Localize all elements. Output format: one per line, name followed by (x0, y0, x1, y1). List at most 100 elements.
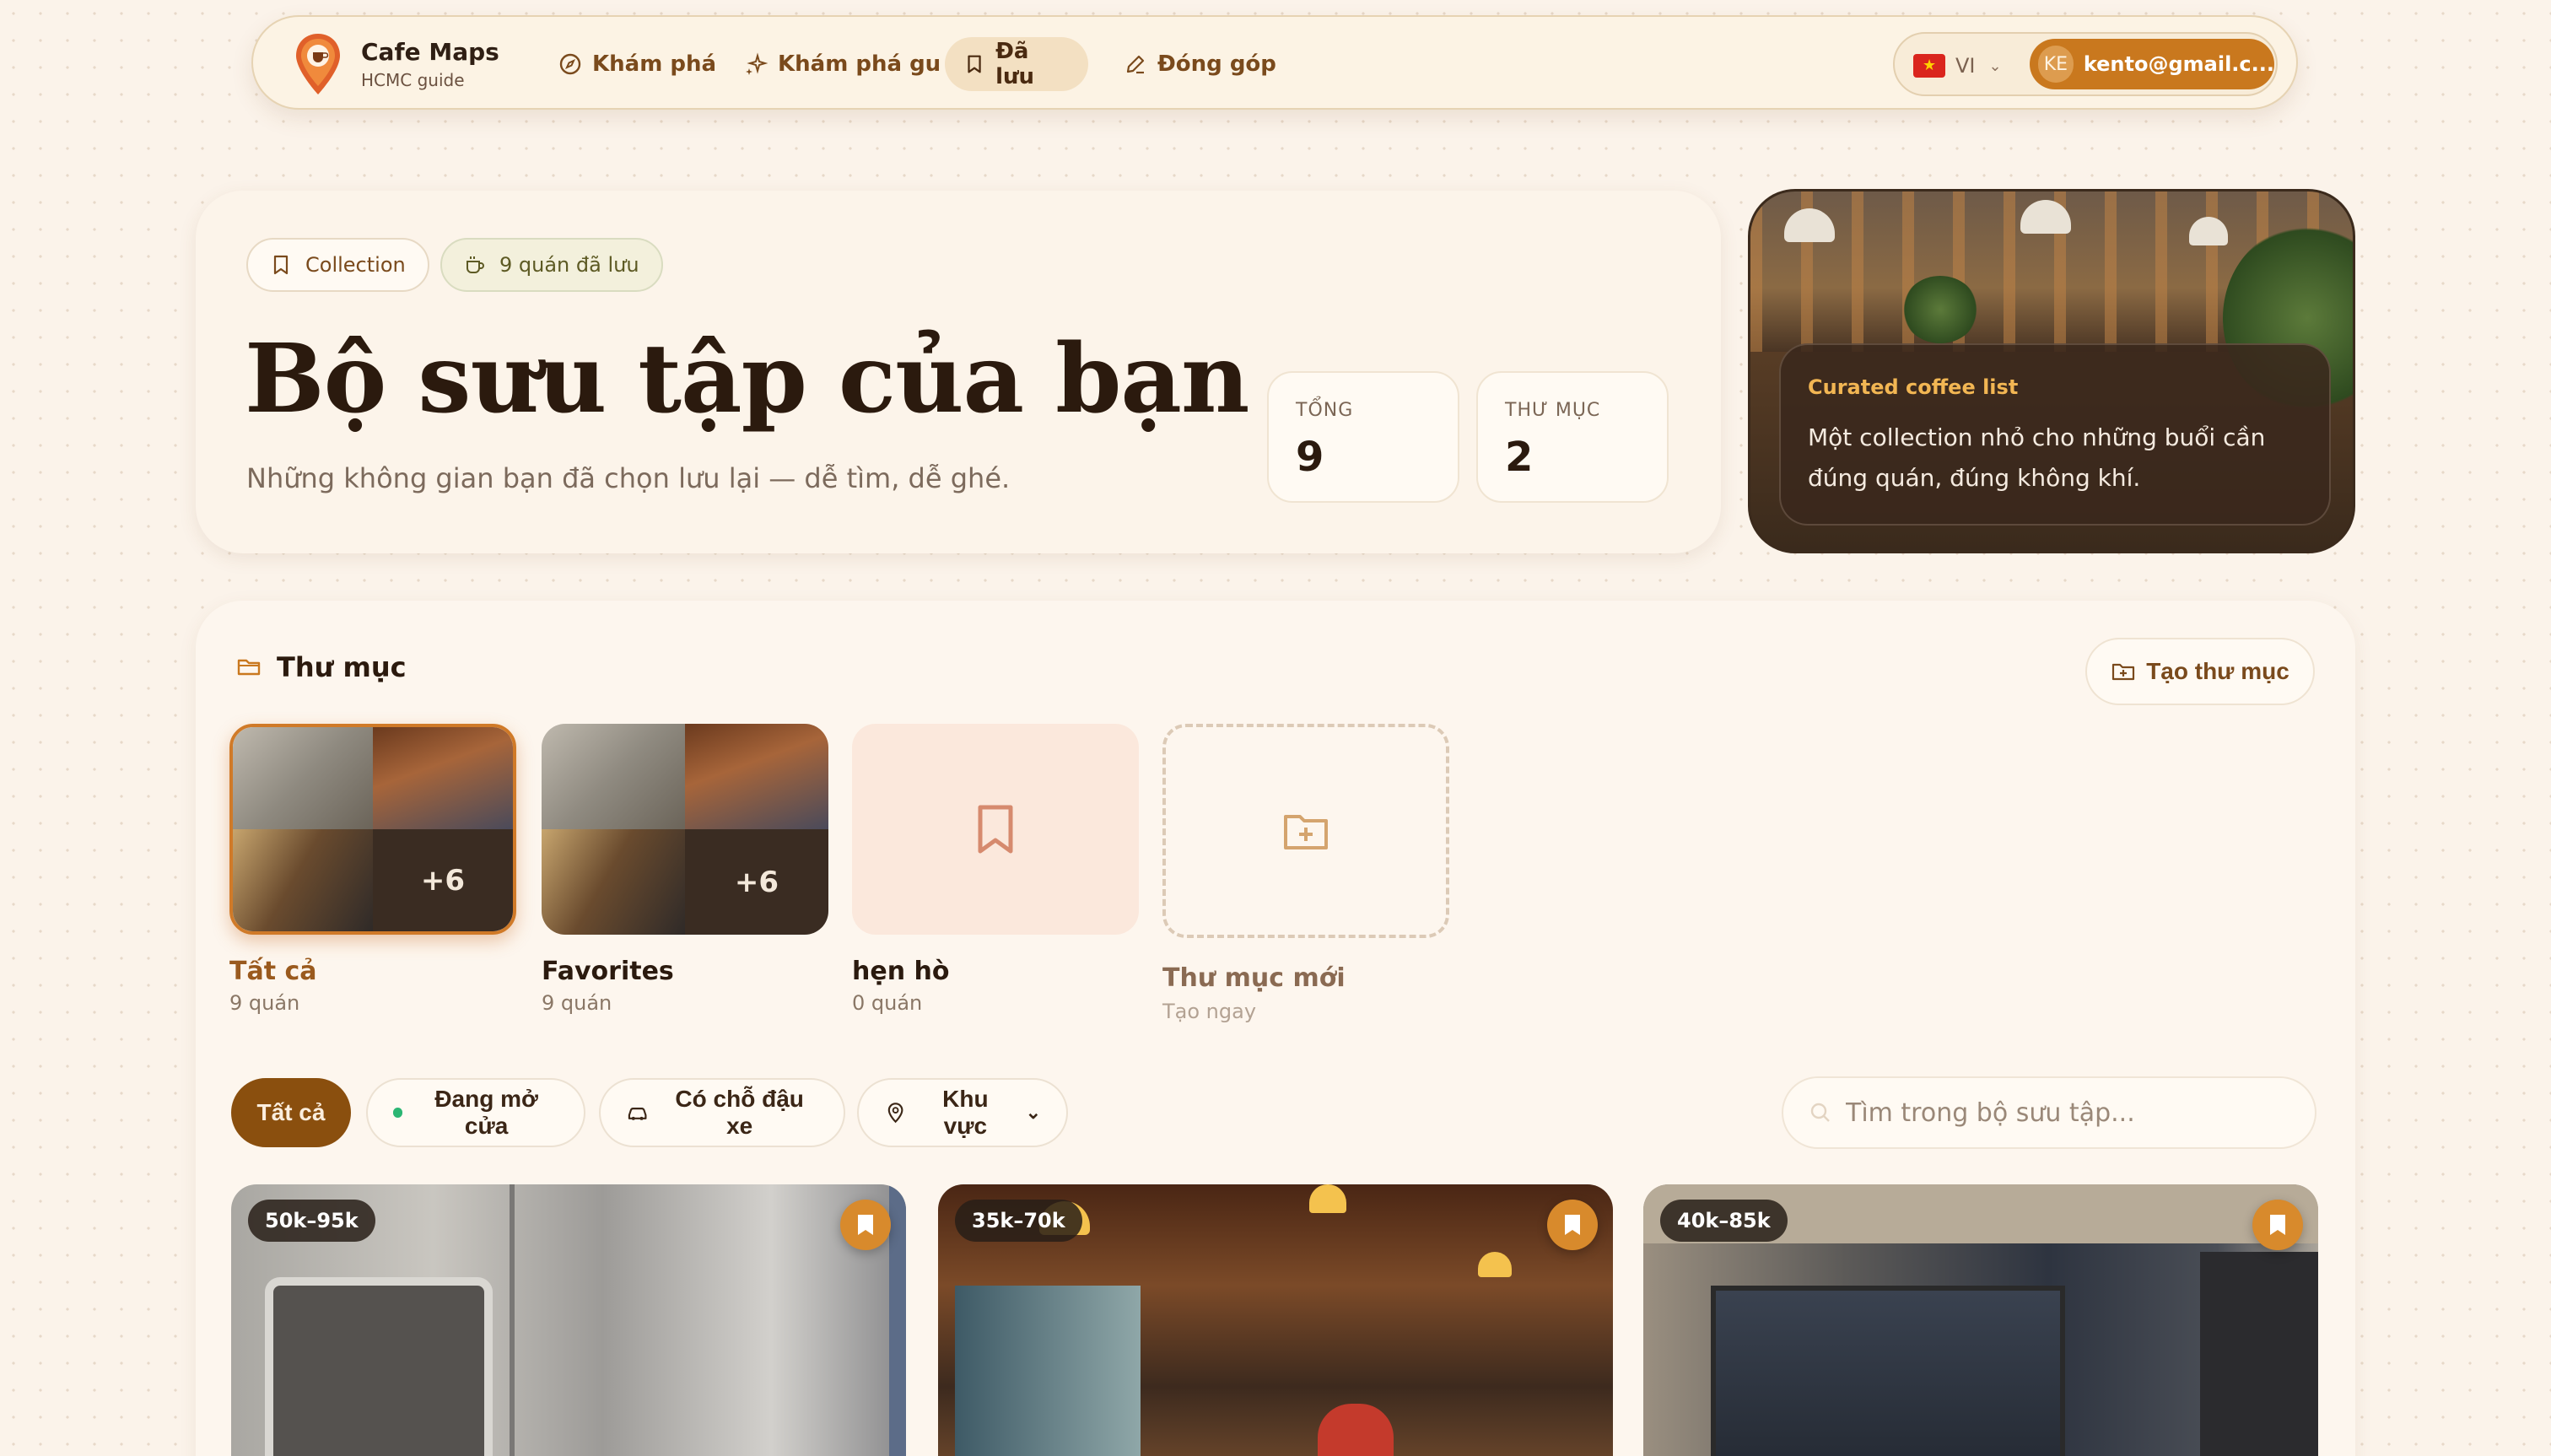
stat-value: 9 (1296, 434, 1324, 481)
lamp-decoration (1309, 1184, 1346, 1213)
saved-bookmark-button[interactable] (2252, 1200, 2303, 1250)
folder-thumbnail: +6 (229, 724, 516, 935)
filter-label: Khu vực (942, 1086, 989, 1139)
cafe-card[interactable]: 50k–95k (231, 1184, 906, 1456)
saved-bookmark-button[interactable] (840, 1200, 891, 1250)
saved-bookmark-button[interactable] (1547, 1200, 1598, 1250)
cafe-photo (1711, 1286, 2065, 1456)
new-folder-label: Thư mục mới (1162, 963, 1346, 993)
cafe-photo (685, 724, 828, 829)
brand-subtitle: HCMC guide (361, 69, 465, 90)
new-folder-sub: Tạo ngay (1162, 1000, 1257, 1023)
price-range-badge: 35k–70k (955, 1200, 1082, 1242)
search-icon (1810, 1103, 1830, 1122)
cafe-card[interactable]: 40k–85k (1643, 1184, 2318, 1456)
filter-area-dropdown[interactable]: Khu vực ⌄ (857, 1078, 1068, 1147)
folder-count: 9 quán (229, 991, 300, 1015)
brand-logo[interactable]: Cafe Maps HCMC guide (294, 32, 499, 96)
chip-label: 9 quán đã lưu (499, 253, 639, 277)
collection-panel: Thư mục Tạo thư mục +6 Tất cả 9 quán +6 … (196, 601, 2355, 1456)
bookmark-icon (273, 255, 289, 275)
vietnam-flag-icon (1913, 54, 1945, 78)
curated-list-overlay: Curated coffee list Một collection nhỏ c… (1779, 343, 2331, 526)
cafe-photo (233, 727, 373, 829)
pencil-icon (1126, 55, 1145, 74)
folder-plus-icon (1284, 815, 1328, 849)
stat-label: TỔNG (1296, 400, 1354, 421)
chevron-down-icon: ⌄ (1988, 57, 2002, 75)
cafe-photo (373, 727, 513, 829)
price-range-badge: 50k–95k (248, 1200, 375, 1242)
lamp-decoration (1478, 1252, 1512, 1277)
folder-count: 0 quán (852, 991, 923, 1015)
cafe-photo (2200, 1252, 2318, 1456)
search-input[interactable] (1846, 1097, 2301, 1128)
coffee-cup-icon (467, 256, 484, 273)
language-selector[interactable]: VI ⌄ (1913, 51, 2002, 81)
folder-favorites[interactable]: +6 Favorites 9 quán (542, 724, 828, 1015)
more-count: +6 (373, 829, 513, 931)
filter-label: Đang mở cửa (434, 1086, 538, 1139)
more-count: +6 (685, 829, 828, 935)
nav-item-contribute[interactable]: Đóng góp (1105, 37, 1295, 91)
stat-label: THƯ MỤC (1505, 400, 1601, 421)
curated-list-title: Curated coffee list (1808, 375, 2019, 399)
user-email: kento@gmail.c... (2083, 52, 2274, 76)
page-title: Bộ sưu tập của bạn (245, 324, 1249, 434)
bookmark-filled-icon (1565, 1215, 1580, 1235)
user-menu-button[interactable]: KE kento@gmail.c... (2030, 39, 2274, 89)
folder-date[interactable]: hẹn hò 0 quán (852, 724, 1139, 1015)
folders-heading: Thư mục (236, 651, 407, 683)
filter-open-now[interactable]: Đang mở cửa (366, 1078, 585, 1147)
bookmark-filled-icon (2270, 1215, 2285, 1235)
cafe-photo (542, 724, 685, 829)
nav-item-explore-taste[interactable]: Khám phá gu (725, 37, 959, 91)
cafe-photo (1318, 1404, 1394, 1456)
curated-list-card: Curated coffee list Một collection nhỏ c… (1748, 189, 2355, 553)
avatar: KE (2038, 46, 2074, 83)
new-folder-dropzone (1162, 724, 1449, 938)
map-pin-icon (887, 1103, 903, 1124)
filter-label: Tất cả (256, 1099, 326, 1125)
bookmark-filled-icon (858, 1215, 873, 1235)
folder-all[interactable]: +6 Tất cả 9 quán (229, 724, 516, 1015)
filter-label: Có chỗ đậu xe (675, 1086, 804, 1139)
page-subtitle: Những không gian bạn đã chọn lưu lại — d… (246, 462, 1011, 494)
create-folder-label: Tạo thư mục (2146, 658, 2289, 684)
bookmark-icon (968, 55, 981, 73)
cafe-card[interactable]: 35k–70k (938, 1184, 1613, 1456)
folder-count: 9 quán (542, 991, 612, 1015)
cafe-photo (955, 1286, 1141, 1456)
folder-open-icon (237, 659, 261, 676)
nav-item-label: Đóng góp (1157, 51, 1276, 77)
car-icon (628, 1108, 647, 1120)
hero-panel: Collection 9 quán đã lưu Bộ sưu tập của … (196, 191, 1721, 553)
collection-chip: Collection (246, 238, 429, 292)
folders-heading-label: Thư mục (277, 651, 407, 683)
filter-all[interactable]: Tất cả (231, 1078, 351, 1147)
collection-search (1782, 1076, 2316, 1149)
folder-thumbnail-empty (852, 724, 1139, 935)
chip-label: Collection (305, 253, 406, 277)
price-range-badge: 40k–85k (1660, 1200, 1788, 1242)
stat-total: TỔNG 9 (1267, 371, 1459, 503)
saved-count-chip: 9 quán đã lưu (440, 238, 663, 292)
map-pin-logo-icon (296, 34, 340, 94)
cafe-photo (233, 829, 373, 931)
top-navigation: Cafe Maps HCMC guide Khám phá Khám phá g… (251, 15, 2298, 110)
create-folder-button[interactable]: Tạo thư mục (2085, 638, 2315, 705)
filter-parking[interactable]: Có chỗ đậu xe (599, 1078, 845, 1147)
language-code: VI (1955, 54, 1976, 78)
sparkles-icon (746, 52, 768, 75)
stat-folders: THƯ MỤC 2 (1476, 371, 1669, 503)
nav-item-saved[interactable]: Đã lưu (945, 37, 1088, 91)
nav-item-label: Khám phá (592, 51, 717, 77)
cafe-photo (542, 829, 685, 935)
cafe-photo (510, 1184, 515, 1456)
nav-item-explore[interactable]: Khám phá (540, 37, 735, 91)
new-folder-tile[interactable]: Thư mục mới Tạo ngay (1162, 724, 1449, 1023)
folder-plus-icon (2112, 663, 2135, 681)
plant-decoration (1902, 276, 1978, 343)
chevron-down-icon: ⌄ (1025, 1102, 1041, 1123)
cafe-photo (889, 1184, 906, 1456)
